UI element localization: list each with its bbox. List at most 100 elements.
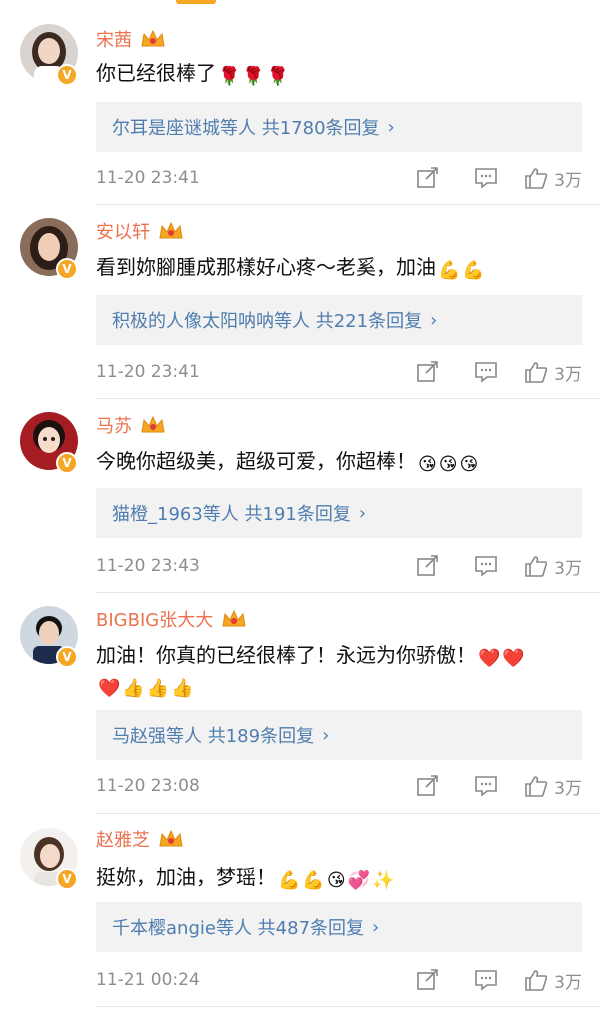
- verified-badge-icon: V: [56, 64, 78, 86]
- comment-line-2: ❤️ 👍 👍 👍: [96, 670, 576, 700]
- comment-button[interactable]: [466, 552, 506, 580]
- username[interactable]: 宋茜: [96, 26, 132, 52]
- like-button[interactable]: 3万: [524, 554, 582, 579]
- muscle-icon: 💪: [278, 870, 301, 891]
- heart-icon: ❤️: [478, 648, 501, 669]
- chevron-right-icon: ›: [430, 309, 438, 331]
- comment-text: 你已经很棒了 🌹 🌹 🌹: [96, 58, 576, 88]
- vip-crown-icon: [159, 221, 183, 239]
- username[interactable]: 赵雅芝: [96, 826, 150, 852]
- share-icon: [417, 969, 438, 990]
- divider: [96, 204, 600, 205]
- vip-crown-icon: [141, 29, 165, 47]
- share-button[interactable]: [408, 358, 448, 386]
- divider: [96, 1006, 600, 1007]
- username[interactable]: BIGBIG张大大: [96, 606, 213, 632]
- kiss-face-icon: 😘: [459, 454, 479, 475]
- comment-body: 今晚你超级美，超级可爱，你超棒！: [96, 449, 416, 473]
- comment-button[interactable]: [466, 772, 506, 800]
- share-icon: [417, 167, 438, 188]
- vip-crown-icon: [222, 609, 246, 627]
- comment-meta: 11-20 23:43 3万: [96, 552, 582, 580]
- muscle-icon: 💪: [302, 870, 325, 891]
- comment-button[interactable]: [466, 966, 506, 994]
- rose-icon: 🌹: [266, 66, 290, 87]
- comment-text: 今晚你超级美，超级可爱，你超棒！ 😘 😘 😘: [96, 446, 576, 476]
- reply-summary-label: 尔耳是座谜城等人 共1780条回复: [112, 118, 380, 139]
- kiss-face-icon: 😘: [418, 454, 437, 475]
- verified-badge-icon: V: [56, 258, 78, 280]
- like-button[interactable]: 3万: [524, 360, 582, 385]
- rose-icon: 🌹: [218, 66, 241, 87]
- like-count: 3万: [554, 364, 582, 385]
- reply-summary-label: 猫橙_1963等人 共191条回复: [112, 504, 351, 525]
- comment-text: 看到妳腳腫成那樣好心疼～老奚，加油 💪 💪: [96, 252, 576, 282]
- comment-body: 看到妳腳腫成那樣好心疼～老奚，加油: [96, 255, 436, 279]
- verified-badge-icon: V: [56, 868, 78, 890]
- vip-crown-icon: [159, 829, 183, 847]
- thumbs-up-emoji-icon: 👍: [171, 678, 194, 699]
- thumbs-up-icon: [525, 970, 548, 991]
- name-row: 马苏: [96, 412, 166, 438]
- reply-summary[interactable]: 马赵强等人 共189条回复 ›: [96, 710, 582, 760]
- muscle-icon: 💪: [438, 260, 461, 281]
- like-button[interactable]: 3万: [524, 166, 582, 191]
- thumbs-up-icon: [525, 776, 548, 797]
- comment-meta: 11-20 23:41 3万: [96, 358, 582, 386]
- kiss-face-icon: 😘: [438, 454, 458, 475]
- username[interactable]: 安以轩: [96, 218, 150, 244]
- chevron-right-icon: ›: [322, 724, 330, 746]
- reply-summary[interactable]: 尔耳是座谜城等人 共1780条回复 ›: [96, 102, 582, 152]
- share-button[interactable]: [408, 164, 448, 192]
- like-button[interactable]: 3万: [524, 774, 582, 799]
- heart-icon: ❤️: [98, 678, 121, 699]
- reply-summary[interactable]: 积极的人像太阳呐呐等人 共221条回复 ›: [96, 295, 582, 345]
- divider: [96, 592, 600, 593]
- comment-body: 你已经很棒了: [96, 61, 216, 85]
- timestamp: 11-20 23:41: [96, 168, 200, 188]
- comment-button[interactable]: [466, 358, 506, 386]
- comment-text: 挺妳，加油，梦瑶！ 💪 💪 😘 💞 ✨: [96, 862, 576, 892]
- reply-summary-label: 马赵强等人 共189条回复: [112, 726, 315, 747]
- share-icon: [417, 775, 438, 796]
- chevron-right-icon: ›: [372, 916, 380, 938]
- name-row: 安以轩: [96, 218, 184, 244]
- like-button[interactable]: 3万: [524, 968, 582, 993]
- thumbs-up-icon: [525, 168, 548, 189]
- comment-body: 挺妳，加油，梦瑶！: [96, 865, 276, 889]
- reply-summary-label: 积极的人像太阳呐呐等人 共221条回复: [112, 311, 423, 332]
- name-row: BIGBIG张大大: [96, 606, 247, 632]
- verified-badge-icon: V: [56, 452, 78, 474]
- share-button[interactable]: [408, 772, 448, 800]
- share-button[interactable]: [408, 552, 448, 580]
- comment-text: 加油！你真的已经很棒了！永远为你骄傲！ ❤️ ❤️ ❤️ 👍 👍 👍: [96, 640, 576, 700]
- heart-icon: ❤️: [502, 648, 525, 669]
- comment-icon: [475, 970, 497, 991]
- timestamp: 11-20 23:41: [96, 362, 200, 382]
- reply-summary-label: 千本樱angie等人 共487条回复: [112, 918, 365, 939]
- like-count: 3万: [554, 170, 582, 191]
- active-tab-indicator: [176, 0, 216, 4]
- comment-body: 加油！你真的已经很棒了！永远为你骄傲！: [96, 643, 476, 667]
- rose-icon: 🌹: [242, 66, 265, 87]
- comment-icon: [475, 362, 497, 383]
- chevron-right-icon: ›: [387, 116, 395, 138]
- share-button[interactable]: [408, 966, 448, 994]
- chevron-right-icon: ›: [358, 502, 367, 524]
- username[interactable]: 马苏: [96, 412, 132, 438]
- sparkles-icon: ✨: [372, 870, 395, 891]
- comment-button[interactable]: [466, 164, 506, 192]
- verified-badge-icon: V: [56, 646, 78, 668]
- comment-meta: 11-20 23:08 3万: [96, 772, 582, 800]
- vip-crown-icon: [141, 415, 165, 433]
- reply-summary[interactable]: 猫橙_1963等人 共191条回复 ›: [96, 488, 582, 538]
- share-icon: [417, 555, 438, 576]
- thumbs-up-icon: [525, 362, 548, 383]
- comment-line-1: 加油！你真的已经很棒了！永远为你骄傲！ ❤️ ❤️: [96, 640, 576, 670]
- comment-meta: 11-21 00:24 3万: [96, 966, 582, 994]
- reply-summary[interactable]: 千本樱angie等人 共487条回复 ›: [96, 902, 582, 952]
- share-icon: [417, 361, 438, 382]
- hearts-icon: 💞: [347, 870, 371, 891]
- timestamp: 11-20 23:08: [96, 776, 200, 796]
- like-count: 3万: [554, 558, 582, 579]
